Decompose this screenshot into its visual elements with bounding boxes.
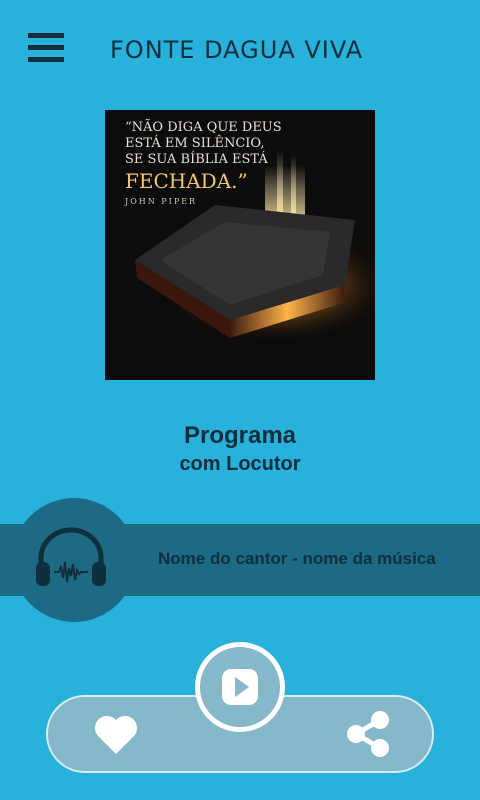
quote-line: SE SUA BÍBLIA ESTÁ	[125, 152, 268, 167]
program-subtitle: com Locutor	[179, 453, 301, 475]
album-cover: “NÃO DIGA QUE DEUS ESTÁ EM SILÊNCIO, SE …	[105, 110, 375, 380]
quote-line: ESTÁ EM SILÊNCIO,	[125, 136, 265, 151]
play-icon	[222, 669, 258, 705]
app-title: FONTE DAGUA VIVA	[110, 36, 364, 64]
cover-quote: “NÃO DIGA QUE DEUS ESTÁ EM SILÊNCIO, SE …	[125, 120, 365, 210]
hamburger-menu-icon[interactable]	[28, 33, 64, 63]
quote-emphasis: FECHADA.”	[125, 169, 248, 193]
program-title: Programa	[183, 422, 297, 449]
now-playing-track: Nome do cantor - nome da música	[158, 549, 436, 568]
quote-line: “NÃO DIGA QUE DEUS	[125, 120, 282, 135]
quote-author: JOHN PIPER	[125, 197, 198, 206]
heart-icon[interactable]	[92, 712, 140, 756]
app-header: FONTE DAGUA VIVA	[0, 0, 480, 100]
play-button[interactable]	[195, 642, 285, 732]
share-icon[interactable]	[346, 710, 390, 758]
headphones-icon	[36, 527, 106, 586]
